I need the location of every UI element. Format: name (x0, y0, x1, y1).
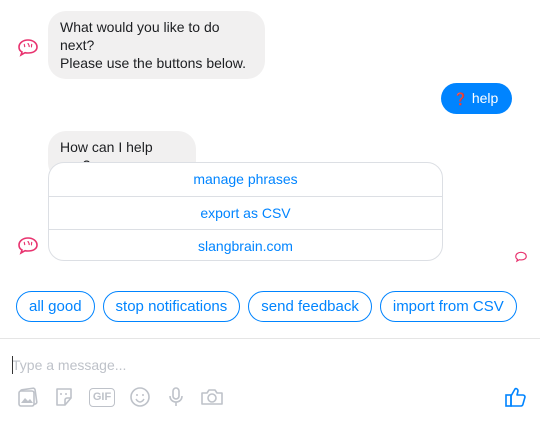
brain-icon (18, 39, 38, 57)
quick-reply-send-feedback[interactable]: send feedback (248, 291, 372, 322)
thumbs-up-icon[interactable] (504, 385, 528, 409)
export-csv-button[interactable]: export as CSV (49, 196, 442, 229)
bot-brain-avatar (16, 38, 40, 58)
bot-brain-avatar (16, 236, 40, 256)
question-mark-icon: ❓ (453, 92, 468, 106)
emoji-icon[interactable] (128, 385, 152, 409)
quick-reply-import-csv[interactable]: import from CSV (379, 291, 517, 322)
text-caret (12, 356, 13, 374)
manage-phrases-button[interactable]: manage phrases (49, 163, 442, 196)
microphone-icon[interactable] (164, 385, 188, 409)
message-text: What would you like to do next? (60, 19, 220, 53)
website-link-button[interactable]: slangbrain.com (49, 229, 442, 260)
brain-icon (18, 237, 38, 255)
gif-label: GIF (88, 387, 116, 407)
image-icon[interactable] (16, 385, 40, 409)
quick-reply-stop-notifications[interactable]: stop notifications (102, 291, 241, 322)
quick-reply-all-good[interactable]: all good (16, 291, 95, 322)
camera-icon[interactable] (200, 385, 224, 409)
message-text: help (471, 90, 499, 106)
bot-message-bubble: What would you like to do next? Please u… (48, 11, 265, 79)
message-text: Please use the buttons below. (60, 55, 247, 71)
composer-divider (0, 338, 540, 339)
brain-icon (515, 251, 527, 263)
quick-replies: all good stop notifications send feedbac… (16, 291, 517, 322)
read-receipt-avatar (514, 250, 528, 263)
message-input[interactable] (12, 355, 412, 375)
gif-icon[interactable]: GIF (88, 385, 116, 409)
composer-toolbar: GIF (16, 385, 224, 409)
user-message-bubble: ❓ help (441, 83, 512, 114)
sticker-icon[interactable] (52, 385, 76, 409)
button-card: manage phrases export as CSV slangbrain.… (48, 162, 443, 261)
